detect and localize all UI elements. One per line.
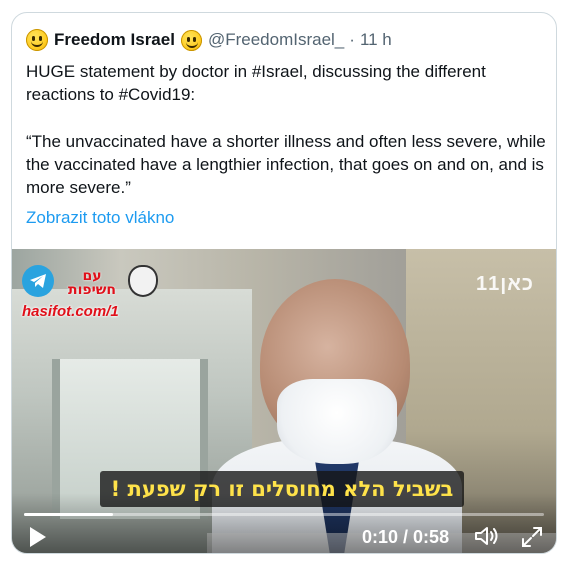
face-mask: [277, 379, 397, 464]
play-icon[interactable]: [30, 527, 46, 547]
tweet-text-quote: “The unvaccinated have a shorter illness…: [26, 132, 546, 197]
volume-icon[interactable]: [474, 525, 500, 552]
video-player[interactable]: עם חשיפות hasifot.com/1 כאן11 בשביל הלא …: [12, 249, 556, 553]
avatar-emoji-icon[interactable]: [26, 29, 48, 51]
fullscreen-icon[interactable]: [520, 525, 544, 553]
duration: 0:58: [413, 527, 450, 547]
tweet-text: HUGE statement by doctor in #Israel, dis…: [26, 60, 546, 199]
progress-fill: [24, 513, 114, 516]
telegram-icon: [22, 265, 54, 297]
separator-dot: ·: [349, 30, 355, 49]
show-thread-link[interactable]: Zobrazit toto vlákno: [26, 206, 174, 229]
video-controls: 0:10 / 0:58: [12, 493, 556, 553]
tweet-text-intro: HUGE statement by doctor in #Israel, dis…: [26, 62, 486, 104]
current-time: 0:10: [362, 527, 399, 547]
tweet-card[interactable]: Freedom Israel @FreedomIsrael_ · 11 h HU…: [11, 12, 557, 554]
watermark-url: hasifot.com/1: [22, 303, 119, 320]
tweet-timestamp[interactable]: 11 h: [360, 29, 392, 51]
author-handle[interactable]: @FreedomIsrael_: [208, 29, 344, 51]
watermark-hebrew: עם חשיפות: [68, 268, 116, 298]
progress-bar[interactable]: [24, 513, 544, 516]
smiley-emoji-icon: [180, 29, 202, 51]
watermark-logo: עם חשיפות hasifot.com/1: [22, 265, 172, 323]
author-name[interactable]: Freedom Israel: [54, 29, 175, 51]
video-timecode: 0:10 / 0:58: [362, 527, 449, 548]
channel-logo: כאן11: [476, 273, 534, 295]
anonymous-mask-icon: [128, 265, 158, 297]
time-separator: /: [398, 527, 414, 547]
tweet-header: Freedom Israel @FreedomIsrael_ · 11 h: [26, 29, 392, 51]
